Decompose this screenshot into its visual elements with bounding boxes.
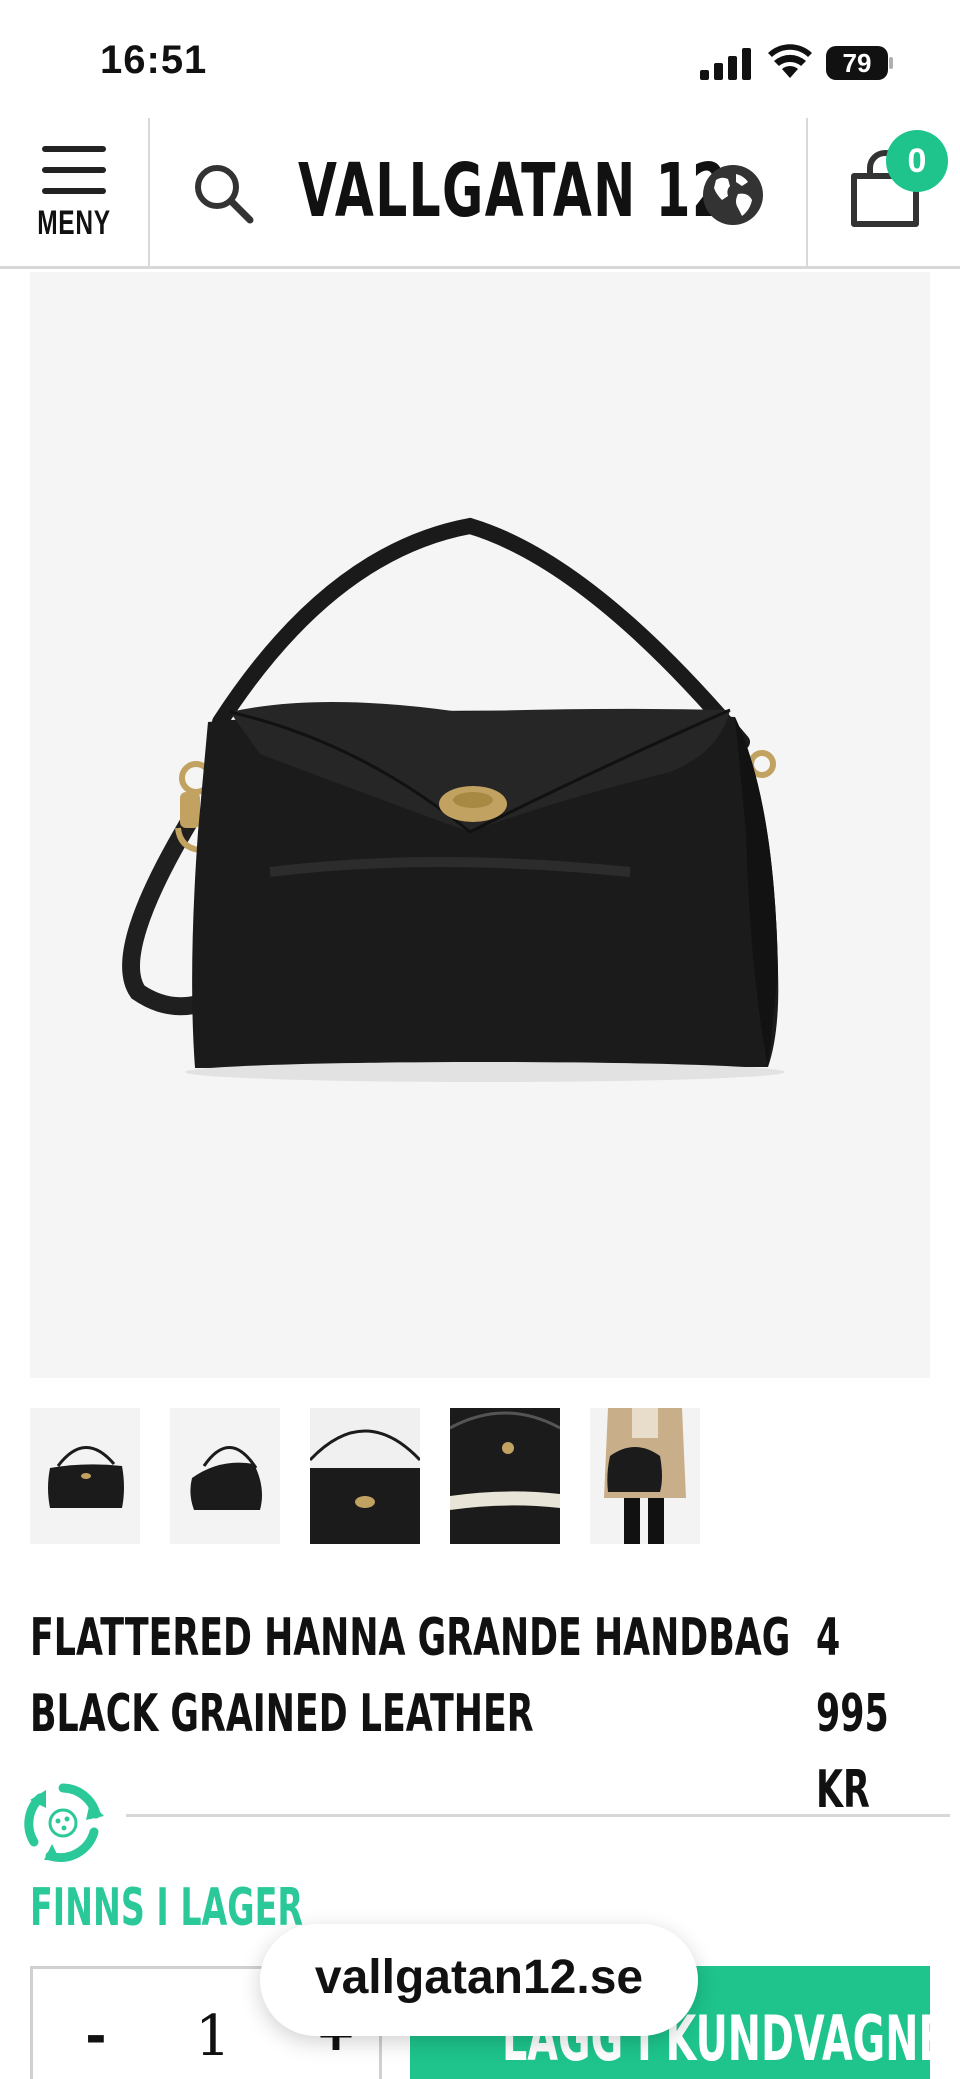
globe-icon[interactable]: [702, 164, 764, 226]
product-main-image[interactable]: [30, 272, 930, 1378]
thumbnail-3[interactable]: [310, 1408, 420, 1544]
status-time: 16:51: [100, 38, 208, 82]
quantity-decrease-button[interactable]: -: [61, 1995, 131, 2075]
wifi-icon: [768, 44, 812, 78]
thumbnail-5[interactable]: [590, 1408, 700, 1544]
stock-status: FINNS I LAGER: [30, 1878, 303, 1938]
battery-icon: 79: [826, 46, 893, 80]
product-title: FLATTERED HANNA GRANDE HANDBAG BLACK GRA…: [30, 1608, 791, 1744]
thumbnail-2[interactable]: [170, 1408, 280, 1544]
thumbnail-1[interactable]: [30, 1408, 140, 1544]
battery-level: 79: [843, 48, 872, 78]
quantity-value[interactable]: 1: [173, 1997, 253, 2077]
search-icon[interactable]: [192, 162, 254, 224]
menu-label: MENY: [37, 204, 111, 242]
header-divider: [148, 118, 150, 266]
stock-row: [20, 1780, 950, 1870]
recycle-icon: [24, 1783, 104, 1863]
thumbnail-4[interactable]: [450, 1408, 560, 1544]
stock-divider: [126, 1814, 950, 1817]
browser-url: vallgatan12.se: [314, 1951, 644, 2004]
menu-icon: [42, 146, 106, 194]
cellular-signal-icon: [700, 48, 751, 80]
handbag-photo: [122, 517, 785, 1082]
site-logo[interactable]: VALLGATAN 12: [298, 148, 727, 236]
menu-button[interactable]: MENY: [0, 118, 148, 266]
cart-count-badge: 0: [886, 130, 948, 192]
cart-button[interactable]: 0: [808, 118, 960, 266]
browser-url-bar[interactable]: vallgatan12.se: [260, 1924, 698, 2036]
status-bar: 16:51 79: [0, 0, 960, 118]
site-header: MENY VALLGATAN 12 0: [0, 118, 960, 269]
